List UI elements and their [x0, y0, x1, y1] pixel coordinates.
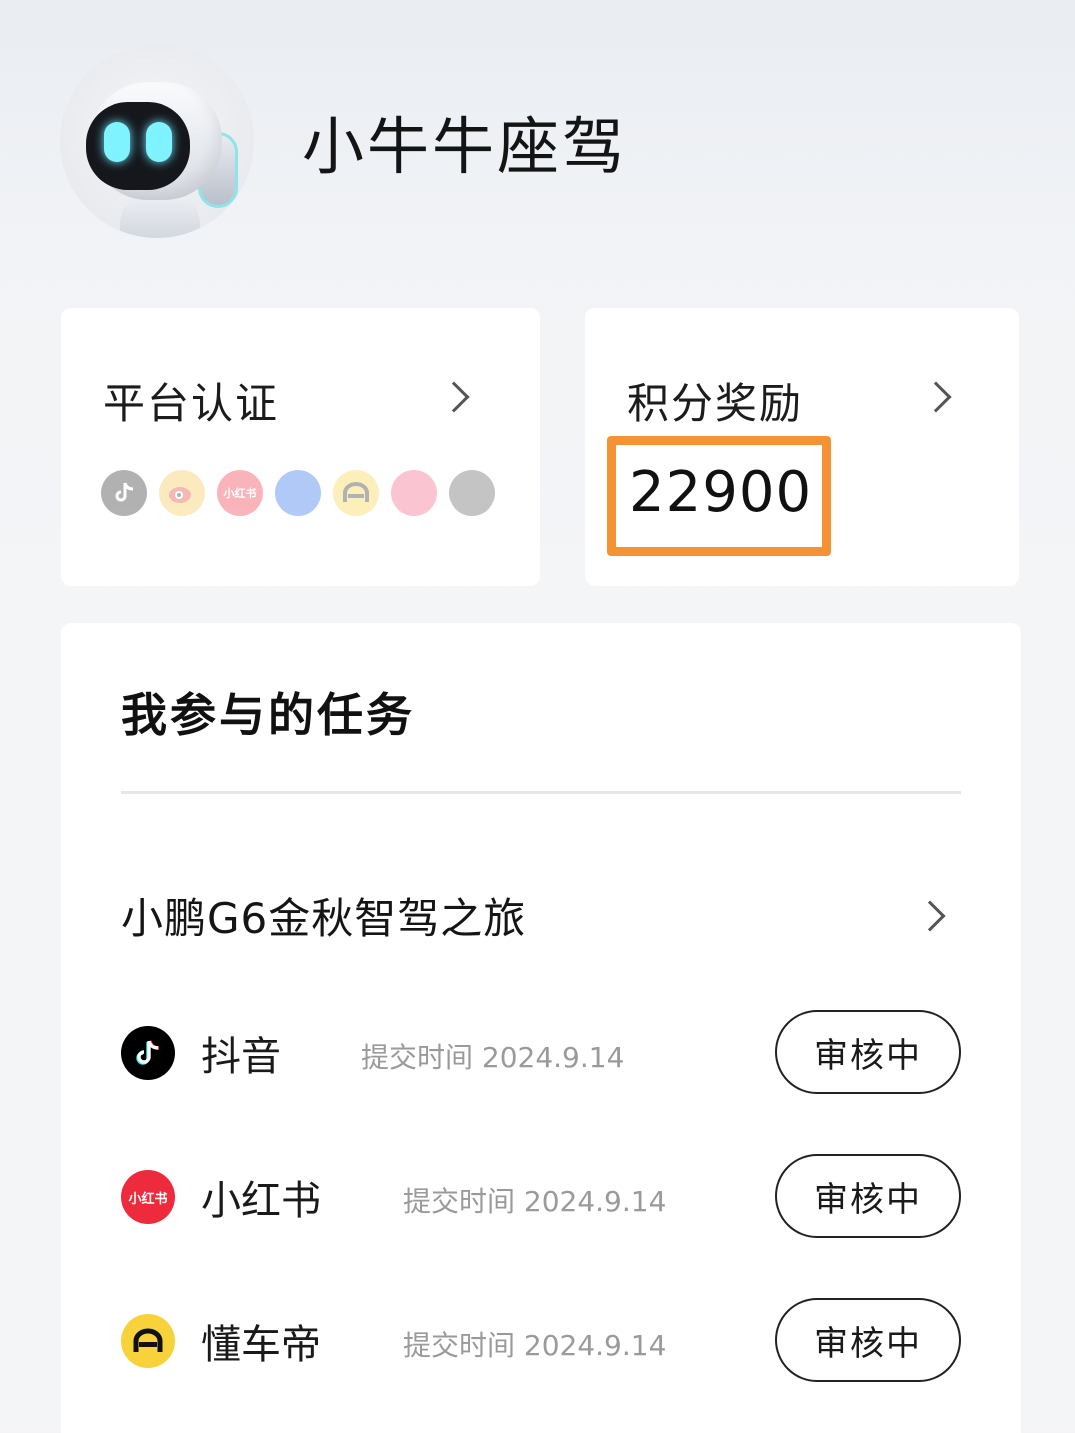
xiaohongshu-icon-text: 小红书 — [223, 487, 257, 500]
bilibili-icon — [391, 470, 437, 516]
robot-eye-left — [104, 122, 130, 162]
platform-cert-card[interactable]: 平台认证 小红书 — [61, 308, 540, 586]
my-tasks-title: 我参与的任务 — [121, 688, 415, 742]
xiaohongshu-icon: 小红书 — [217, 470, 263, 516]
task-platform-name: 小红书 — [201, 1178, 321, 1224]
chevron-right-icon — [438, 381, 470, 413]
platform-icon-row: 小红书 — [101, 470, 495, 516]
weibo-icon — [159, 470, 205, 516]
task-row-xiaohongshu: 小红书 小红书 提交时间 2024.9.14 审核中 — [121, 1154, 961, 1238]
points-reward-title: 积分奖励 — [627, 379, 804, 428]
dongchedi-icon — [333, 470, 379, 516]
douyin-icon — [101, 470, 147, 516]
divider — [121, 791, 961, 794]
review-status-button[interactable]: 审核中 — [775, 1010, 961, 1094]
task-row-douyin: 抖音 提交时间 2024.9.14 审核中 — [121, 1010, 961, 1094]
platform-cert-title: 平台认证 — [103, 379, 280, 428]
dongchedi-icon — [121, 1314, 175, 1368]
chevron-right-icon — [920, 381, 952, 413]
campaign-title[interactable]: 小鹏G6金秋智驾之旅 — [121, 885, 526, 946]
yiche-icon — [449, 470, 495, 516]
profile-name: 小牛牛座驾 — [302, 110, 628, 183]
review-status-button[interactable]: 审核中 — [775, 1298, 961, 1382]
robot-eye-right — [146, 122, 172, 162]
task-submit-time: 提交时间 2024.9.14 — [403, 1185, 667, 1218]
chevron-right-icon[interactable] — [914, 900, 946, 932]
douyin-icon — [121, 1026, 175, 1080]
task-row-dongchedi: 懂车帝 提交时间 2024.9.14 审核中 — [121, 1298, 961, 1382]
task-submit-time: 提交时间 2024.9.14 — [361, 1041, 625, 1074]
review-status-button[interactable]: 审核中 — [775, 1154, 961, 1238]
profile-header: 小牛牛座驾 — [0, 0, 1075, 300]
task-platform-name: 懂车帝 — [201, 1322, 321, 1368]
avatar[interactable] — [60, 44, 254, 238]
xiaohongshu-icon: 小红书 — [121, 1170, 175, 1224]
my-tasks-card: 我参与的任务 小鹏G6金秋智驾之旅 抖音 提交时间 2024.9.14 审核中 … — [61, 623, 1021, 1433]
robot-body-graphic — [120, 194, 200, 238]
task-submit-time: 提交时间 2024.9.14 — [403, 1329, 667, 1362]
autohome-icon — [275, 470, 321, 516]
robot-face-graphic — [86, 102, 190, 190]
points-reward-card[interactable]: 积分奖励 22900 — [585, 308, 1019, 586]
task-platform-name: 抖音 — [201, 1034, 281, 1080]
points-value: 22900 — [629, 460, 813, 525]
